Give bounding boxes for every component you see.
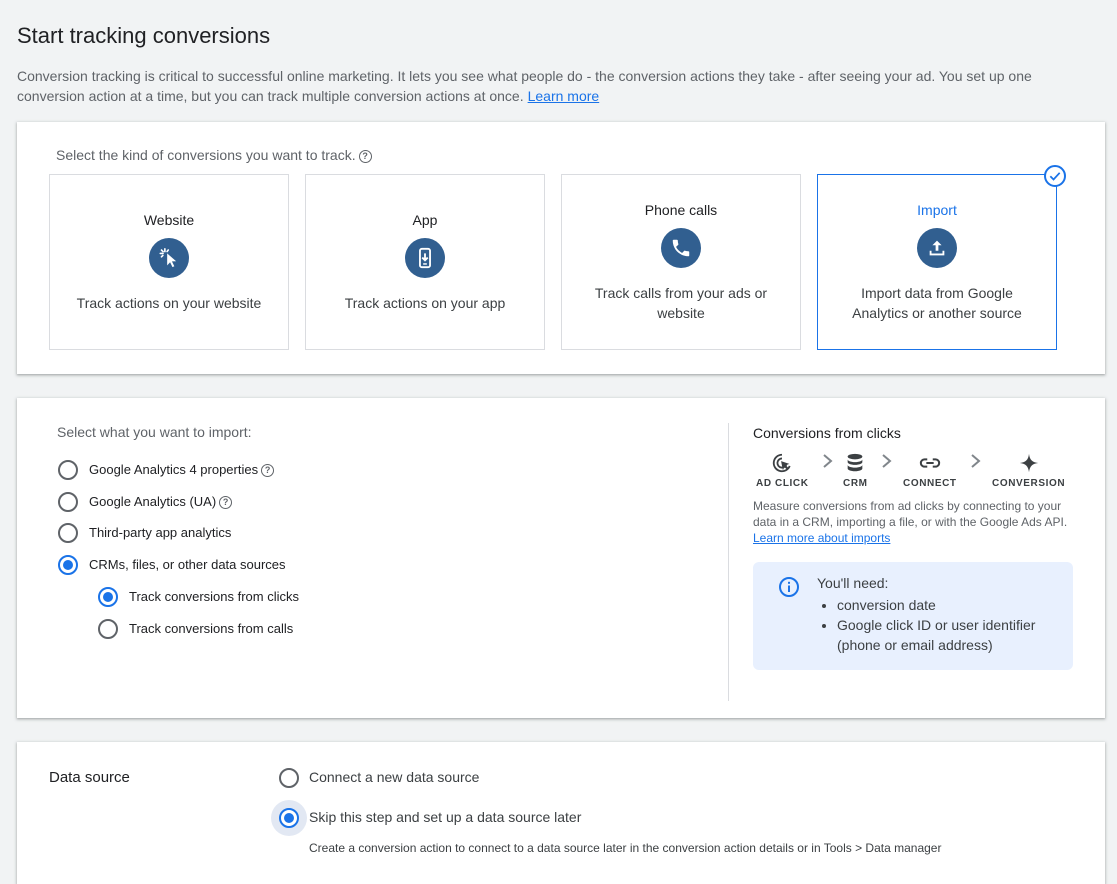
tile-import[interactable]: Import Import data from Google Analytics… [817, 174, 1057, 350]
link-icon [919, 458, 940, 468]
step-crm-label: CRM [843, 478, 868, 489]
learn-more-imports-link[interactable]: Learn more about imports [753, 531, 890, 545]
option-ga-ua: Google Analytics (UA)? [89, 494, 233, 510]
chevron-right-icon [971, 454, 981, 468]
page-title: Start tracking conversions [17, 23, 271, 48]
radio-connect-new-source[interactable] [279, 768, 299, 788]
radio-third-party[interactable] [58, 523, 78, 543]
option-ga4-label: Google Analytics 4 properties [89, 462, 259, 477]
tile-app-desc: Track actions on your app [344, 295, 506, 311]
option-connect-new-source-label: Connect a new data source [309, 769, 480, 785]
step-crm: CRM [843, 452, 868, 489]
requirements-list: conversion date Google click ID or user … [837, 595, 1065, 655]
tile-phone-calls-desc: Track calls from your ads or website [594, 285, 768, 321]
tile-website[interactable]: Website Track actions on your website [49, 174, 289, 350]
data-source-note: Create a conversion action to connect to… [309, 841, 942, 855]
tile-import-title: Import [917, 202, 957, 218]
intro-body: Conversion tracking is critical to succe… [17, 68, 1032, 104]
option-third-party-label: Third-party app analytics [89, 525, 232, 540]
tile-app-title: App [412, 212, 438, 228]
help-icon[interactable]: ? [261, 464, 275, 478]
option-skip-step-label: Skip this step and set up a data source … [309, 809, 582, 825]
step-ad-click: AD CLICK [756, 452, 809, 489]
requirement-item: Google click ID or user identifier (phon… [837, 615, 1065, 655]
requirement-item: conversion date [837, 595, 1065, 615]
chevron-right-icon [823, 454, 833, 468]
intro-text: Conversion tracking is critical to succe… [17, 66, 1097, 106]
tile-phone-calls-title: Phone calls [644, 202, 718, 218]
tile-website-title: Website [143, 212, 195, 228]
help-icon[interactable]: ? [358, 149, 372, 163]
tile-phone-calls[interactable]: Phone calls Track calls from your ads or… [561, 174, 801, 350]
cursor-click-icon [149, 238, 189, 278]
help-icon[interactable]: ? [219, 496, 233, 510]
radio-ga4[interactable] [58, 460, 78, 480]
step-conversion-label: CONVERSION [992, 478, 1066, 489]
conversion-kind-prompt-text: Select the kind of conversions you want … [56, 147, 356, 163]
radio-crm[interactable] [58, 555, 78, 575]
upload-icon [917, 228, 957, 268]
step-connect-label: CONNECT [903, 478, 957, 489]
option-ga4: Google Analytics 4 properties? [89, 462, 275, 478]
clicks-panel-desc-text: Measure conversions from ad clicks by co… [753, 499, 1068, 529]
tile-app[interactable]: App Track actions on your app [305, 174, 545, 350]
step-ad-click-label: AD CLICK [756, 478, 809, 489]
import-prompt: Select what you want to import: [57, 424, 252, 440]
radio-track-calls[interactable] [98, 619, 118, 639]
ad-click-icon [773, 453, 791, 473]
radio-ga-ua[interactable] [58, 492, 78, 512]
requirements-box: You'll need: conversion date Google clic… [753, 562, 1073, 670]
tile-import-desc: Import data from Google Analytics or ano… [852, 285, 1022, 321]
option-crm-label: CRMs, files, or other data sources [89, 557, 286, 572]
radio-skip-step[interactable] [279, 808, 299, 828]
mobile-app-icon [405, 238, 445, 278]
data-source-label: Data source [49, 769, 130, 786]
learn-more-link[interactable]: Learn more [528, 88, 600, 104]
clicks-panel-desc: Measure conversions from ad clicks by co… [753, 498, 1073, 546]
option-track-clicks-label: Track conversions from clicks [129, 589, 299, 604]
clicks-panel-title: Conversions from clicks [753, 425, 901, 441]
info-icon [779, 577, 799, 597]
phone-icon [661, 228, 701, 268]
database-icon [847, 453, 863, 472]
chevron-right-icon [882, 454, 892, 468]
step-conversion: CONVERSION [992, 452, 1065, 489]
option-track-calls-label: Track conversions from calls [129, 621, 294, 636]
radio-track-clicks[interactable] [98, 587, 118, 607]
divider [728, 423, 729, 701]
sparkle-icon [1019, 453, 1038, 473]
step-connect: CONNECT [903, 452, 957, 489]
conversion-kind-card: Select the kind of conversions you want … [17, 122, 1105, 374]
option-ga-ua-label: Google Analytics (UA) [89, 494, 217, 509]
requirements-heading: You'll need: [817, 575, 889, 591]
selected-check-icon [1044, 165, 1066, 187]
tile-website-desc: Track actions on your website [76, 295, 262, 311]
conversion-kind-prompt: Select the kind of conversions you want … [56, 147, 372, 163]
